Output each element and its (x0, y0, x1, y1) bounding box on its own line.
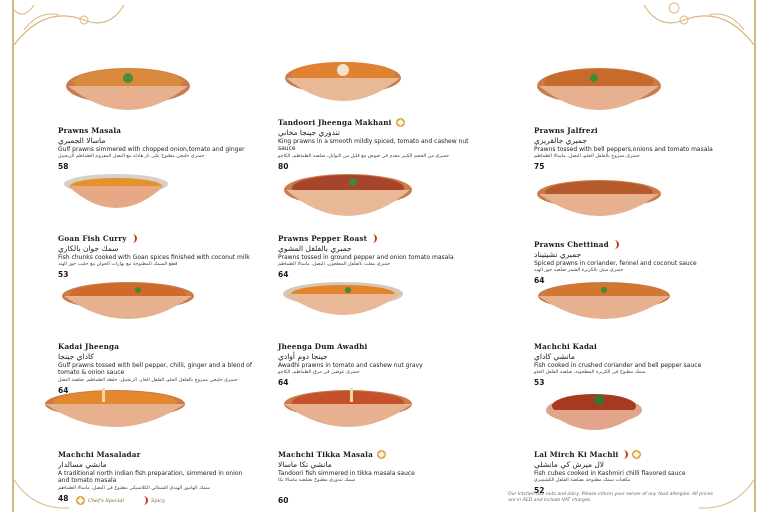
dish-arabic-description: سمك تندوري مطبوخ بصلصة ماسالا تكا (278, 478, 356, 484)
dish-price: 53 (534, 378, 545, 388)
dish-photo (40, 388, 190, 446)
dish-photo (534, 280, 684, 338)
legend-chef-special: Chef's Special (76, 496, 124, 505)
dish-description: Prawns tossed with bell peppers,onions a… (534, 146, 713, 153)
spicy-icon (142, 496, 148, 505)
dish-price: 60 (278, 496, 289, 506)
dish-arabic-description: جمبري ممزوج بالفلفل الحلو، البصل، ماسالا… (534, 154, 640, 160)
dish-name: Kadai Jheenga (58, 342, 120, 351)
dish-name: Goan Fish Curry (58, 234, 127, 243)
dish-description: Gulf prawns tossed with bell pepper, chi… (58, 362, 252, 377)
dish-arabic-description: سمك مطبوخ في الكزبرة المطحونة، صلصة الفل… (534, 370, 646, 376)
dish-description: Spiced prawns in coriander, fennel and c… (534, 260, 697, 267)
legend-spicy: Spicy (142, 496, 165, 505)
dish-arabic-name: كاداي جينجا (58, 352, 94, 361)
dish-photo (278, 56, 428, 114)
dish-arabic-description: جمبري متبل بالكزبرة الشمر صلصة جوز الهند (534, 268, 624, 274)
spicy-icon (131, 234, 137, 243)
dish-description: Fish cubes cooked in Kashmiri chilli fla… (534, 470, 686, 477)
dish-arabic-description: سمك الهامور الهندي الشمالي الكلاسيكي مطب… (58, 485, 210, 491)
dish-arabic-description: جمبري خليجي ممزوج بالفلفل الحلو، الفلفل … (58, 377, 238, 383)
dish-card: Prawns Chettinad جمبري تشيتيناد Spiced p… (534, 178, 744, 285)
dish-card: Machchi Masaladar مانشي مسالدار A tradit… (40, 388, 250, 503)
dish-price: 53 (58, 270, 69, 280)
legend-chef-label: Chef's Special (88, 497, 124, 504)
dish-card: Machchi Kadai مانشي كاداي Fish cooked in… (534, 280, 744, 387)
footnote: Our kitchen use nuts and dairy. Please i… (508, 492, 714, 503)
dish-description: A traditional north indian fish preparat… (58, 470, 243, 485)
corner-ornament-top-right (643, 2, 754, 46)
dish-arabic-name: سمك جوان بالكاري (58, 244, 119, 253)
dish-arabic-description: جمبري مقلب بالفلفل المطحون، البصل، ماسال… (278, 262, 391, 268)
dish-card: Machchi Tikka Masala مانشي تكا ماسالا Ta… (278, 388, 488, 505)
dish-name: Prawns Pepper Roast (278, 234, 368, 243)
dish-card: Lal Mirch Ki Machli لال ميرش كي مانشلي F… (534, 388, 744, 495)
dish-photo (58, 64, 208, 122)
dish-name: Lal Mirch Ki Machli (534, 450, 619, 459)
legend-spicy-label: Spicy (150, 497, 165, 504)
legend: Chef's Special Spicy (76, 496, 165, 505)
dish-description: Fish cooked in crushed coriander and bel… (534, 362, 702, 369)
dish-description: King prawns in a smooth mildly spiced, t… (278, 138, 469, 153)
dish-name: Prawns Jalfrezi (534, 126, 598, 135)
dish-arabic-name: مانشي كاداي (534, 352, 575, 361)
dish-photo (534, 64, 684, 122)
dish-arabic-description: جمبري خليجي مطبوخ على نار هادئة مع البصل… (58, 154, 205, 160)
dish-price: 75 (534, 162, 545, 172)
dish-price: 64 (278, 378, 289, 388)
dish-arabic-name: مانشي تكا ماسالا (278, 460, 332, 469)
dish-card: Prawns Pepper Roast جمبري بالفلفل المشوي… (278, 172, 488, 279)
corner-ornament-top-left (14, 4, 125, 46)
dish-price: 58 (58, 162, 69, 172)
dish-photo (278, 172, 428, 230)
dish-description: Fish chunks cooked with Goan spices fini… (58, 254, 250, 261)
chef-special-icon (632, 450, 642, 459)
chef-special-icon (376, 450, 386, 459)
dish-card: Prawns Masala ماسالا الجمبري Gulf prawns… (58, 64, 268, 171)
spicy-icon (622, 450, 629, 459)
dish-photo (534, 178, 684, 236)
dish-photo (278, 388, 428, 446)
dish-card: Prawns Jalfrezi جمبري جالفريزي Prawns to… (534, 64, 744, 171)
dish-description: Gulf prawns simmered with chopped onion,… (58, 146, 245, 153)
dish-arabic-description: مكعبات سمك مطبوخة بصلصة الفلفل الكشميري (534, 478, 631, 484)
dish-card: Jheenga Dum Awadhi جينجا دوم أوادي Awadh… (278, 280, 488, 387)
dish-arabic-name: تندوري جينجا مخاني (278, 128, 340, 137)
dish-arabic-description: جمبري من الحجم الكبير مقدم في صوص مع قلي… (278, 153, 450, 159)
dish-arabic-name: جمبري جالفريزي (534, 136, 587, 145)
dish-price: 80 (278, 161, 289, 171)
dish-description: Prawns tossed in ground pepper and onion… (278, 254, 454, 261)
dish-photo (278, 280, 428, 338)
dish-card: Kadai Jheenga كاداي جينجا Gulf prawns to… (58, 280, 268, 395)
chef-special-icon (395, 118, 405, 127)
dish-photo (58, 172, 208, 230)
dish-name: Tandoori Jheenga Makhani (278, 118, 392, 127)
dish-description: Awadhi prawns in tomato and cashew nut g… (278, 362, 423, 369)
dish-arabic-name: جينجا دوم أوادي (278, 352, 328, 361)
dish-photo (534, 388, 684, 446)
dish-name: Machchi Tikka Masala (278, 450, 373, 459)
dish-name: Prawns Chettinad (534, 240, 609, 249)
dish-name: Prawns Masala (58, 126, 122, 135)
spicy-icon (371, 234, 378, 243)
dish-name: Machchi Masaladar (58, 450, 141, 459)
dish-card: Tandoori Jheenga Makhani تندوري جينجا مخ… (278, 56, 488, 171)
dish-price: 64 (278, 270, 289, 280)
dish-arabic-name: جمبري تشيتيناد (534, 250, 582, 259)
dish-arabic-description: جمبري عوضي في مرق الطماطم، الكاجو (278, 370, 360, 376)
chef-special-icon (76, 496, 85, 505)
dish-arabic-name: ماسالا الجمبري (58, 136, 106, 145)
dish-card: Goan Fish Curry سمك جوان بالكاري Fish ch… (58, 172, 268, 279)
spicy-icon (613, 240, 619, 249)
dish-name: Machchi Kadai (534, 342, 597, 351)
dish-arabic-description: قطع السمك المطبوخة مع بهارات الجوان مع ح… (58, 262, 178, 268)
dish-photo (58, 280, 208, 338)
dish-arabic-name: لال ميرش كي مانشلي (534, 460, 605, 469)
dish-arabic-name: مانشي مسالدار (58, 460, 107, 469)
dish-name: Jheenga Dum Awadhi (278, 342, 368, 351)
dish-arabic-name: جمبري بالفلفل المشوي (278, 244, 352, 253)
dish-description: Tandoori fish simmered in tikka masala s… (278, 470, 415, 477)
